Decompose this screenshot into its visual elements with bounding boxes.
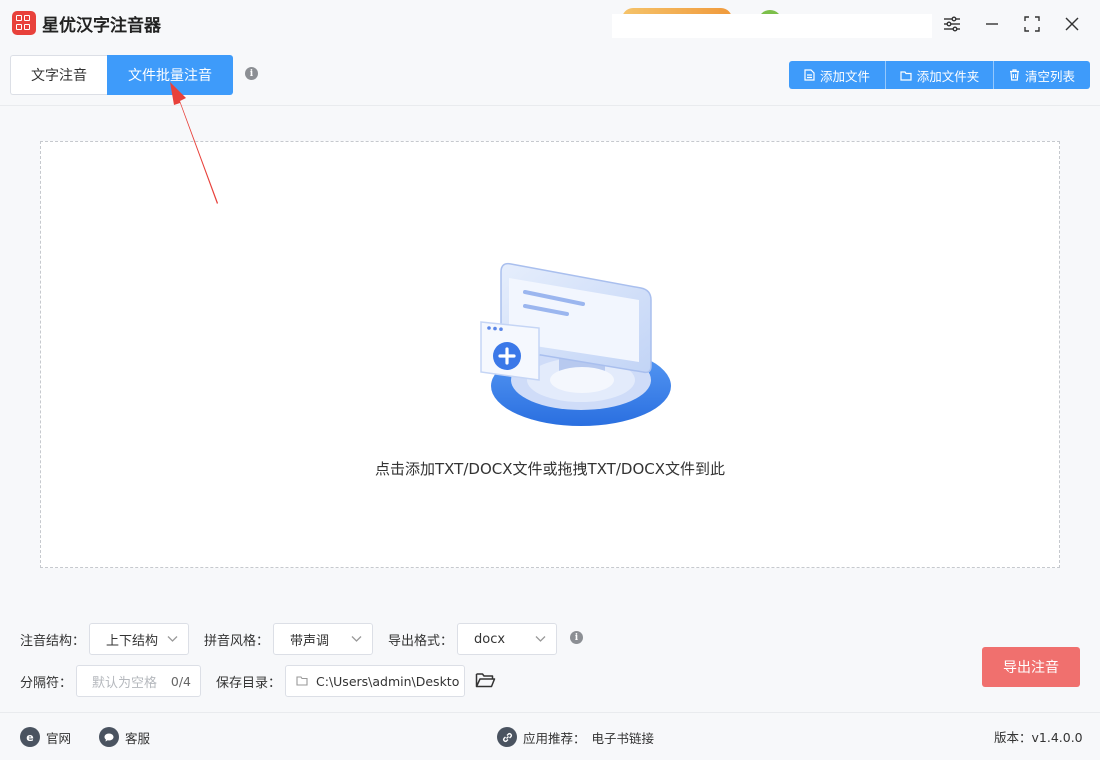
separator-char-count: 0/4 (170, 673, 191, 689)
add-folder-button[interactable]: 添加文件夹 (886, 61, 994, 89)
trash-icon (1009, 69, 1019, 81)
tab-text-annotation[interactable]: 文字注音 (10, 55, 107, 95)
add-folder-label: 添加文件夹 (916, 68, 980, 84)
export-format-label: 导出格式： (388, 634, 454, 649)
recommend-link[interactable]: 电子书链接 (592, 728, 655, 747)
chevron-down-icon (167, 636, 178, 642)
chevron-down-icon (535, 636, 546, 642)
separator-placeholder: 默认为空格 (92, 675, 158, 691)
redacted-area (612, 14, 932, 38)
browse-folder-icon[interactable] (475, 671, 496, 689)
footer: e 官网 客服 应用推荐： 电子书链接 版本：v1.4.0.0 (0, 712, 1100, 760)
recommend-label: 应用推荐： (523, 730, 586, 746)
close-icon[interactable] (1060, 12, 1084, 36)
website-label: 官网 (46, 730, 72, 746)
chat-bubble-icon (99, 727, 119, 747)
info-icon[interactable]: i (245, 67, 258, 80)
clear-list-button[interactable]: 清空列表 (994, 61, 1090, 89)
browser-e-icon: e (20, 727, 40, 747)
maximize-icon[interactable] (1020, 12, 1044, 36)
separator-input[interactable]: 默认为空格 0/4 (76, 665, 201, 697)
add-file-label: 添加文件 (819, 68, 870, 84)
minimize-icon[interactable] (980, 12, 1004, 36)
structure-label: 注音结构： (20, 634, 86, 649)
file-actions-group: 添加文件 添加文件夹 清空列表 (789, 61, 1090, 89)
drop-zone-hint: 点击添加TXT/DOCX文件或拖拽TXT/DOCX文件到此 (375, 460, 725, 478)
export-format-value: docx (474, 631, 506, 647)
structure-select[interactable]: 上下结构 (89, 623, 189, 655)
file-icon (804, 69, 815, 81)
save-dir-path: C:\Users\admin\Deskto (316, 673, 460, 689)
support-link[interactable]: 客服 (99, 727, 150, 747)
export-format-select[interactable]: docx (457, 623, 557, 655)
export-annotation-button[interactable]: 导出注音 (982, 647, 1080, 687)
pinyin-style-select[interactable]: 带声调 (273, 623, 373, 655)
website-link[interactable]: e 官网 (20, 727, 71, 747)
title-bar: 星优汉字注音器 (0, 0, 1100, 48)
save-dir-label: 保存目录： (216, 676, 282, 691)
add-file-button[interactable]: 添加文件 (789, 61, 886, 89)
version-label: 版本：v1.4.0.0 (994, 730, 1083, 745)
folder-icon (900, 70, 912, 81)
red-arrow-annotation (170, 82, 218, 204)
settings-sliders-icon[interactable] (940, 12, 964, 36)
chevron-down-icon (351, 636, 362, 642)
folder-icon (296, 676, 308, 686)
support-label: 客服 (125, 730, 151, 746)
version-text: 版本：v1.4.0.0 (994, 727, 1083, 746)
app-logo-icon (12, 11, 36, 35)
monitor-add-file-illustration (480, 262, 671, 426)
link-icon (497, 727, 517, 747)
app-recommend: 应用推荐： 电子书链接 (497, 727, 654, 747)
clear-list-label: 清空列表 (1024, 68, 1075, 84)
pinyin-style-value: 带声调 (290, 633, 330, 649)
pinyin-style-label: 拼音风格： (204, 634, 270, 649)
format-info-icon[interactable]: i (570, 631, 583, 644)
save-dir-input[interactable]: C:\Users\admin\Deskto (285, 665, 465, 697)
structure-value: 上下结构 (106, 633, 159, 649)
separator-label: 分隔符： (20, 676, 73, 691)
app-title: 星优汉字注音器 (42, 16, 161, 36)
